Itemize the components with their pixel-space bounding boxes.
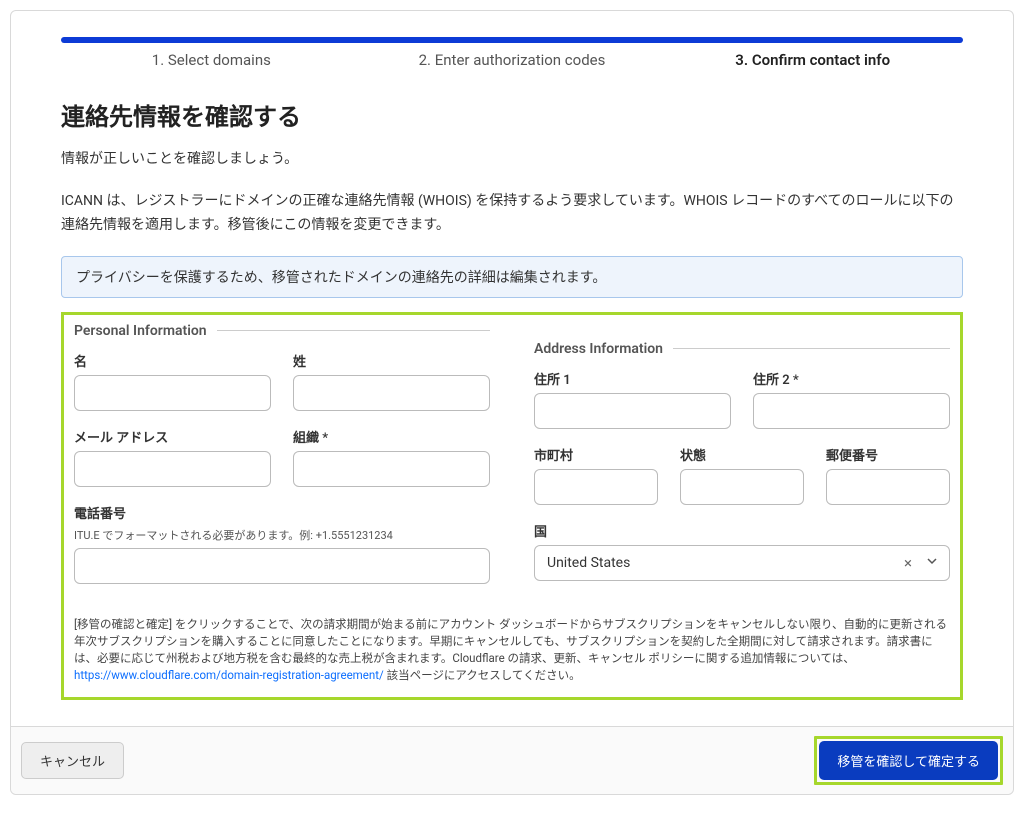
footer-bar: キャンセル 移管を確認して確定する (11, 726, 1013, 794)
phone-input[interactable] (74, 548, 490, 584)
page-title: 連絡先情報を確認する (61, 97, 963, 132)
page-description: ICANN は、レジストラーにドメインの正確な連絡先情報 (WHOIS) を保持… (61, 190, 963, 238)
state-input[interactable] (680, 469, 804, 505)
address-legend: Address Information (534, 341, 663, 357)
country-label: 国 (534, 521, 950, 540)
agreement-link[interactable]: https://www.cloudflare.com/domain-regist… (74, 668, 384, 682)
step-2: 2. Enter authorization codes (362, 51, 663, 69)
addr2-label: 住所 2 * (753, 369, 950, 388)
phone-hint: ITU.E でフォーマットされる必要があります。例: +1.5551231234 (74, 527, 490, 543)
main-card: 1. Select domains 2. Enter authorization… (10, 10, 1014, 795)
progress-bar (61, 37, 963, 43)
zip-label: 郵便番号 (826, 445, 950, 464)
first-name-label: 名 (74, 351, 271, 370)
addr1-label: 住所 1 (534, 369, 731, 388)
city-input[interactable] (534, 469, 658, 505)
privacy-notice: プライバシーを保護するため、移管されたドメインの連絡先の詳細は編集されます。 (61, 256, 963, 298)
cancel-button[interactable]: キャンセル (21, 742, 124, 779)
org-input[interactable] (293, 451, 490, 487)
email-label: メール アドレス (74, 427, 271, 446)
personal-legend: Personal Information (74, 323, 207, 339)
first-name-input[interactable] (74, 375, 271, 411)
steps-row: 1. Select domains 2. Enter authorization… (61, 51, 963, 69)
addr2-input[interactable] (753, 393, 950, 429)
last-name-input[interactable] (293, 375, 490, 411)
last-name-label: 姓 (293, 351, 490, 370)
address-info-section: Address Information 住所 1 住所 2 * (534, 323, 950, 600)
fine-print: [移管の確認と確定] をクリックすることで、次の請求期間が始まる前にアカウント … (74, 616, 950, 685)
form-highlight-box: Personal Information 名 姓 (61, 312, 963, 700)
confirm-button-highlight: 移管を確認して確定する (814, 736, 1003, 785)
state-label: 状態 (680, 445, 804, 464)
page-subtitle: 情報が正しいことを確認しましょう。 (61, 148, 963, 168)
email-input[interactable] (74, 451, 271, 487)
zip-input[interactable] (826, 469, 950, 505)
confirm-button[interactable]: 移管を確認して確定する (819, 741, 998, 780)
clear-icon[interactable]: × (904, 554, 912, 572)
step-3: 3. Confirm contact info (662, 51, 963, 69)
country-select[interactable]: United States (534, 545, 950, 581)
phone-label: 電話番号 (74, 503, 490, 522)
step-1: 1. Select domains (61, 51, 362, 69)
personal-info-section: Personal Information 名 姓 (74, 323, 490, 600)
addr1-input[interactable] (534, 393, 731, 429)
org-label: 組織 * (293, 427, 490, 446)
city-label: 市町村 (534, 445, 658, 464)
